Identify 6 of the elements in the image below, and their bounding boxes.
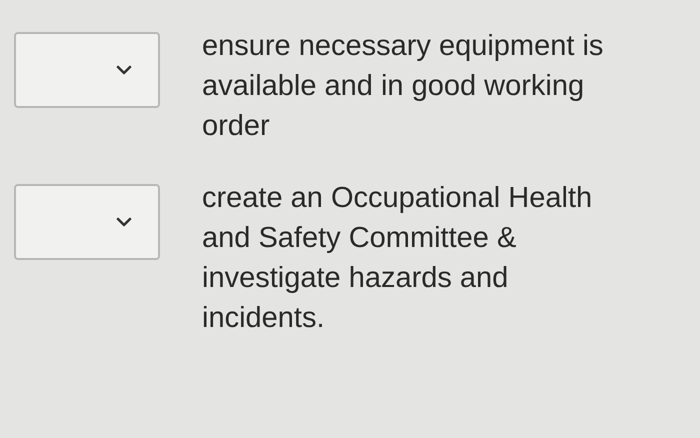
statement-text: create an Occupational Health and Safety Committee & investigate hazards and incidents. <box>202 181 594 336</box>
statement-text: ensure necessary equipment is available and in good working order <box>202 29 604 144</box>
chevron-down-icon <box>116 217 132 227</box>
answer-dropdown[interactable] <box>14 32 160 108</box>
chevron-down-icon <box>116 65 132 75</box>
answer-dropdown[interactable] <box>14 184 160 260</box>
